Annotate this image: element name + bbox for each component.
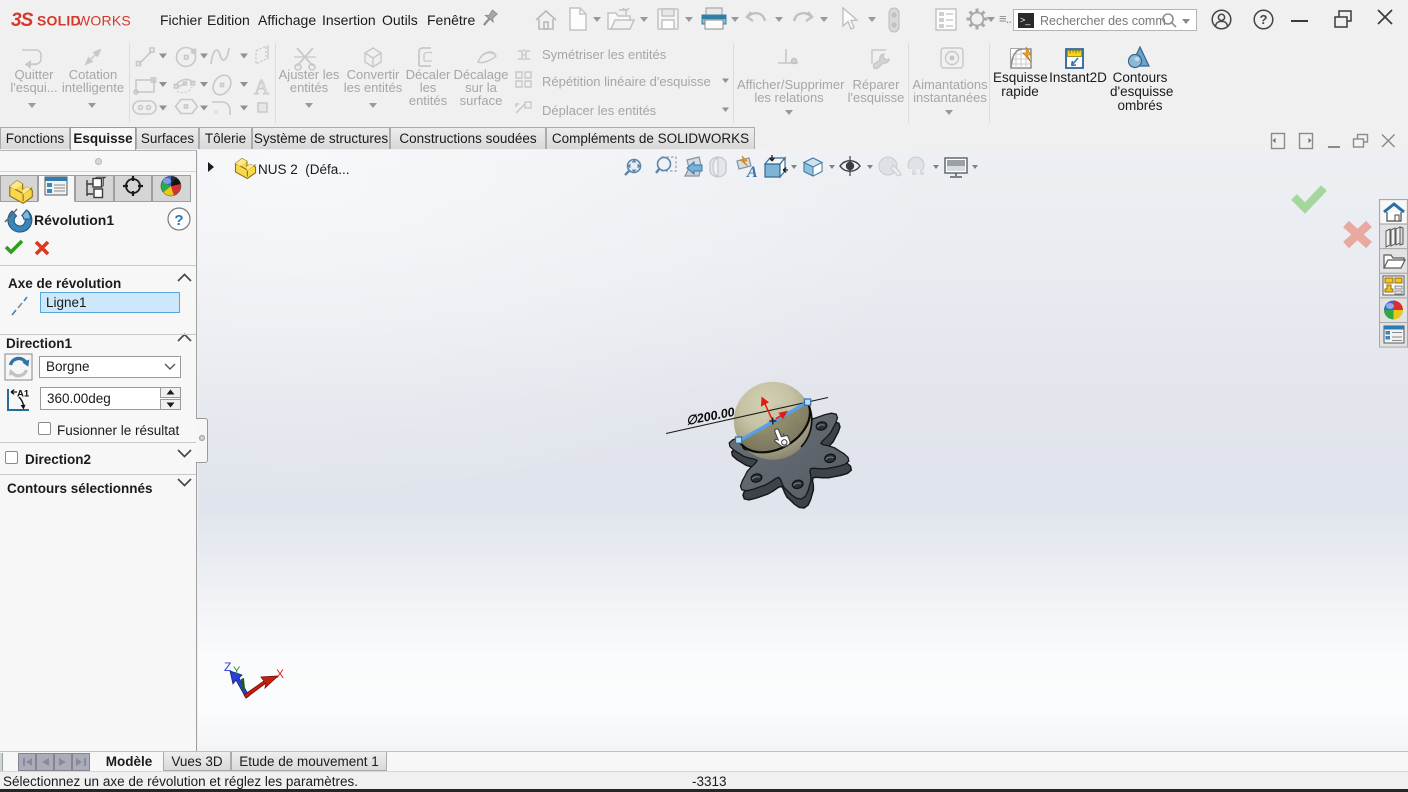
svg-text:A: A [746,164,758,181]
svg-text:A: A [254,75,270,99]
svg-text:?: ? [1260,12,1268,27]
svg-text:WORKS: WORKS [77,13,131,29]
svg-text:?: ? [174,212,183,229]
svg-text:Z: Z [224,660,231,674]
svg-text:X: X [276,667,284,681]
svg-text:Y: Y [233,665,241,677]
svg-text:∅200.00: ∅200.00 [685,405,736,428]
svg-text:NUS 2 (Défa...: NUS 2 (Défa... [258,162,350,177]
svg-text:3S: 3S [11,10,34,31]
svg-text:SOLID: SOLID [37,13,81,29]
